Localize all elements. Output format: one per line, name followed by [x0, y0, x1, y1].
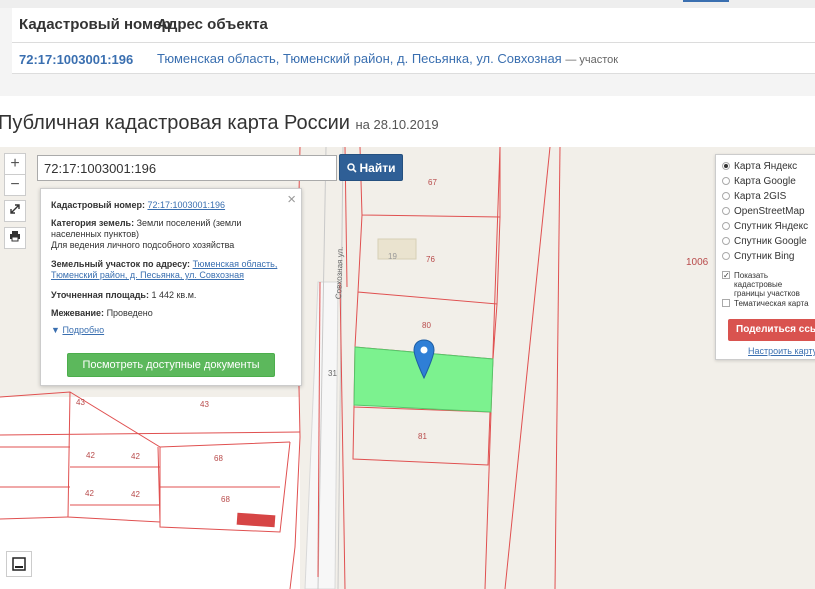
header-divider: [12, 42, 815, 43]
checkbox-icon: [722, 299, 730, 307]
parcel-info-popup: × Кадастровый номер: 72:17:1003001:196 К…: [40, 188, 302, 386]
radio-icon: [722, 162, 730, 170]
results-table: Кадастровый номер Адрес объекта 72:17:10…: [12, 8, 815, 74]
layer-option-osm[interactable]: OpenStreetMap: [722, 204, 805, 218]
search-icon: [346, 162, 357, 173]
popup-address: Земельный участок по адресу: Тюменская о…: [51, 259, 291, 281]
thematic-map-checkbox[interactable]: Тематическая карта: [722, 296, 809, 310]
layer-option-label: Спутник Google: [734, 235, 807, 247]
top-strip: [0, 0, 815, 8]
layer-option-label: Карта Google: [734, 175, 796, 187]
parcel-label: 42: [131, 452, 140, 461]
result-address-link[interactable]: Тюменская область, Тюменский район, д. П…: [157, 51, 562, 66]
page-date: на 28.10.2019: [355, 117, 439, 132]
popup-area: Уточненная площадь: 1 442 кв.м.: [51, 290, 291, 301]
popup-category: Категория земель: Земли поселений (земли…: [51, 218, 291, 240]
printer-icon: [10, 231, 20, 242]
map-zone-white: [0, 397, 300, 589]
parcel-label: 42: [131, 490, 140, 499]
top-button-edge[interactable]: [683, 0, 729, 2]
layer-option-label: Спутник Яндекс: [734, 220, 809, 232]
radio-icon: [722, 252, 730, 260]
parcel-label: 43: [76, 398, 85, 407]
popup-cadastral: Кадастровый номер: 72:17:1003001:196: [51, 200, 291, 211]
find-button-label: Найти: [359, 160, 396, 175]
popup-survey-label: Межевание:: [51, 308, 105, 318]
results-panel: Кадастровый номер Адрес объекта 72:17:10…: [0, 0, 815, 96]
popup-cadastral-label: Кадастровый номер:: [51, 200, 145, 210]
zoom-out-button[interactable]: −: [4, 174, 26, 196]
parcel-label: 81: [418, 432, 427, 441]
parcel-label: 42: [85, 489, 94, 498]
road-edge-right: [337, 147, 344, 589]
layer-option-google-map[interactable]: Карта Google: [722, 174, 796, 188]
zone-label: 1006: [686, 257, 709, 268]
popup-area-value: 1 442 кв.м.: [151, 290, 197, 300]
street-label: Совхозная ул.: [334, 246, 345, 300]
layer-option-label: Карта Яндекс: [734, 160, 798, 172]
layout-icon: [12, 557, 26, 571]
popup-more-label: Подробно: [62, 325, 105, 335]
layer-option-yandex-sat[interactable]: Спутник Яндекс: [722, 219, 808, 233]
view-documents-button[interactable]: Посмотреть доступные документы: [67, 353, 275, 377]
print-button[interactable]: [4, 227, 26, 249]
layer-option-google-sat[interactable]: Спутник Google: [722, 234, 807, 248]
radio-icon: [722, 222, 730, 230]
expand-icon: [10, 204, 20, 214]
popup-more-link[interactable]: ▼ Подробно: [51, 325, 291, 336]
layer-option-yandex-map[interactable]: Карта Яндекс: [722, 159, 797, 173]
parcel-label: 80: [422, 321, 431, 330]
cadastral-map[interactable]: 67 76 19 80 81 43 43 42 42 42 42 68 68 3…: [0, 147, 815, 589]
thematic-map-label: Тематическая карта: [734, 298, 809, 308]
configure-map-link[interactable]: Настроить карту: [748, 346, 815, 356]
parcel-label: 76: [426, 255, 435, 264]
road-number: 31: [328, 369, 337, 378]
result-cadastral-link[interactable]: 72:17:1003001:196: [19, 52, 133, 67]
map-tool-button[interactable]: [6, 551, 32, 577]
zoom-in-button[interactable]: +: [4, 153, 26, 175]
show-boundaries-checkbox[interactable]: ✓ Показать кадастровые границы участков: [722, 271, 814, 298]
layer-option-label: Спутник Bing: [734, 250, 795, 262]
parcel-label: 68: [214, 454, 223, 463]
header-cadastral-number: Кадастровый номер: [19, 16, 171, 33]
share-link-button[interactable]: Поделиться ссылкой: [728, 319, 815, 341]
popup-survey-value: Проведено: [106, 308, 153, 318]
result-address: Тюменская область, Тюменский район, д. П…: [157, 51, 618, 66]
parcel-label: 42: [86, 451, 95, 460]
parcel-label: 67: [428, 178, 437, 187]
popup-address-label: Земельный участок по адресу:: [51, 259, 191, 269]
radio-icon: [722, 207, 730, 215]
checkmark-icon: ✓: [722, 271, 730, 280]
building-footprint: [377, 238, 417, 260]
cadastral-search-input[interactable]: [37, 155, 337, 181]
page-title: Публичная кадастровая карта России на 28…: [0, 112, 439, 135]
parcel-label: 68: [221, 495, 230, 504]
popup-cadastral-link[interactable]: 72:17:1003001:196: [147, 200, 225, 210]
layer-panel: Карта Яндекс Карта Google Карта 2GIS Ope…: [715, 154, 815, 360]
caret-down-icon: ▼: [51, 325, 60, 335]
result-type: — участок: [565, 54, 619, 66]
page-title-text: Публичная кадастровая карта России: [0, 112, 350, 134]
road-area: [304, 281, 339, 589]
radio-icon: [722, 237, 730, 245]
fullscreen-button[interactable]: [4, 200, 26, 222]
radio-icon: [722, 177, 730, 185]
layer-option-label: Карта 2GIS: [734, 190, 787, 202]
parcel-label: 43: [200, 400, 209, 409]
find-button[interactable]: Найти: [339, 154, 403, 181]
header-address: Адрес объекта: [157, 16, 268, 33]
popup-usage: Для ведения личного подсобного хозяйства: [51, 240, 235, 250]
popup-category-label: Категория земель:: [51, 218, 135, 228]
layer-option-bing-sat[interactable]: Спутник Bing: [722, 249, 795, 263]
layer-option-2gis-map[interactable]: Карта 2GIS: [722, 189, 786, 203]
popup-survey: Межевание: Проведено: [51, 308, 291, 319]
radio-icon: [722, 192, 730, 200]
layer-option-label: OpenStreetMap: [734, 205, 805, 217]
popup-area-label: Уточненная площадь:: [51, 290, 149, 300]
show-boundaries-label: Показать кадастровые границы участков: [734, 271, 800, 298]
building-number: 19: [388, 252, 397, 261]
